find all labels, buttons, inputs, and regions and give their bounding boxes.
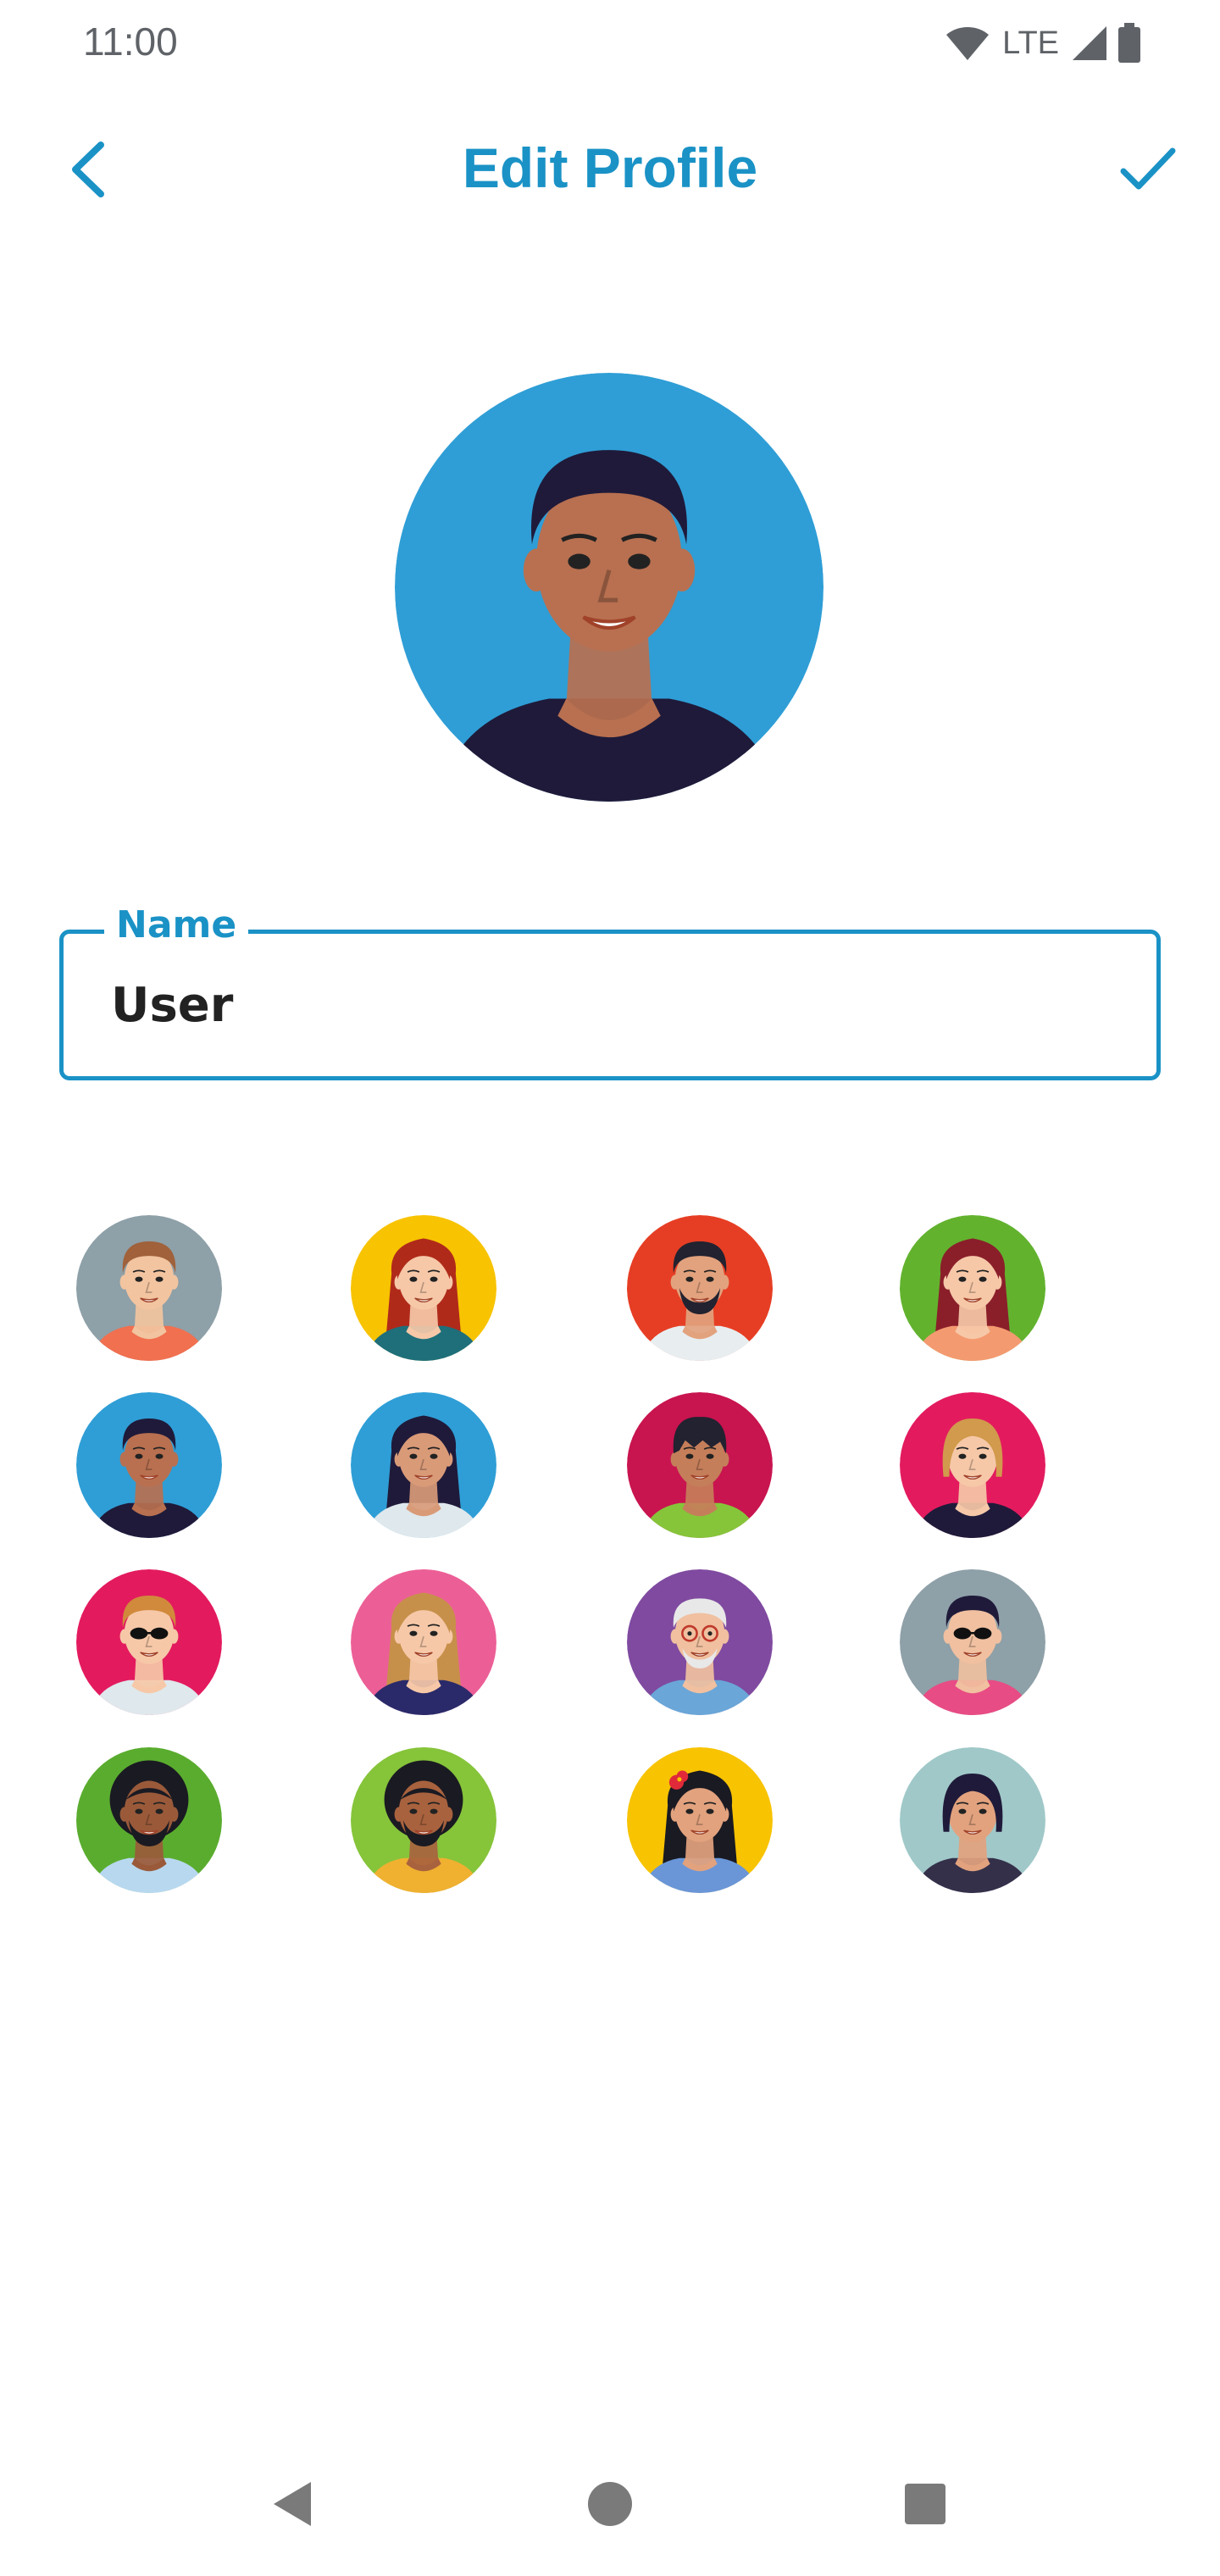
save-button[interactable] [1110, 131, 1186, 208]
nav-back-button[interactable] [246, 2457, 339, 2551]
system-nav-bar [0, 2457, 1220, 2551]
battery-icon [1118, 23, 1140, 63]
wifi-icon [946, 27, 990, 60]
phone-screen: 11:00 LTE Edit Profile Name User [0, 0, 1220, 2576]
name-input[interactable] [111, 971, 1085, 1039]
avatar-option-16[interactable] [900, 1747, 1045, 1893]
name-label: Name [104, 903, 249, 947]
avatar-option-1[interactable] [76, 1215, 222, 1361]
avatar-option-13[interactable] [76, 1747, 222, 1893]
avatar-option-15[interactable] [627, 1747, 773, 1893]
cell-signal-icon [1073, 26, 1106, 60]
status-time: 11:00 [83, 19, 178, 64]
nav-home-button[interactable] [563, 2457, 657, 2551]
recents-square-icon [905, 2484, 946, 2524]
avatar-option-8[interactable] [900, 1392, 1045, 1538]
avatar-option-7[interactable] [627, 1392, 773, 1538]
avatar-option-11[interactable] [627, 1569, 773, 1715]
avatar-option-2[interactable] [351, 1215, 496, 1361]
network-label: LTE [1002, 25, 1059, 61]
avatar-option-3[interactable] [627, 1215, 773, 1361]
home-circle-icon [588, 2482, 632, 2526]
status-icons: LTE [945, 22, 1142, 64]
nav-recents-button[interactable] [879, 2457, 972, 2551]
avatar-option-4[interactable] [900, 1215, 1045, 1361]
avatar-option-14[interactable] [351, 1747, 496, 1893]
status-bar: 11:00 LTE [0, 0, 1220, 85]
avatar-option-6[interactable] [351, 1392, 496, 1538]
avatar-option-12[interactable] [900, 1569, 1045, 1715]
name-field[interactable]: Name [59, 903, 1161, 1080]
avatar-option-9[interactable] [76, 1569, 222, 1715]
app-bar: Edit Profile [0, 119, 1220, 220]
selected-avatar[interactable] [395, 373, 824, 802]
avatar-option-5[interactable] [76, 1392, 222, 1538]
back-triangle-icon [274, 2482, 311, 2526]
page-title: Edit Profile [462, 136, 758, 199]
checkmark-icon [1120, 147, 1176, 190]
avatar-option-10[interactable] [351, 1569, 496, 1715]
